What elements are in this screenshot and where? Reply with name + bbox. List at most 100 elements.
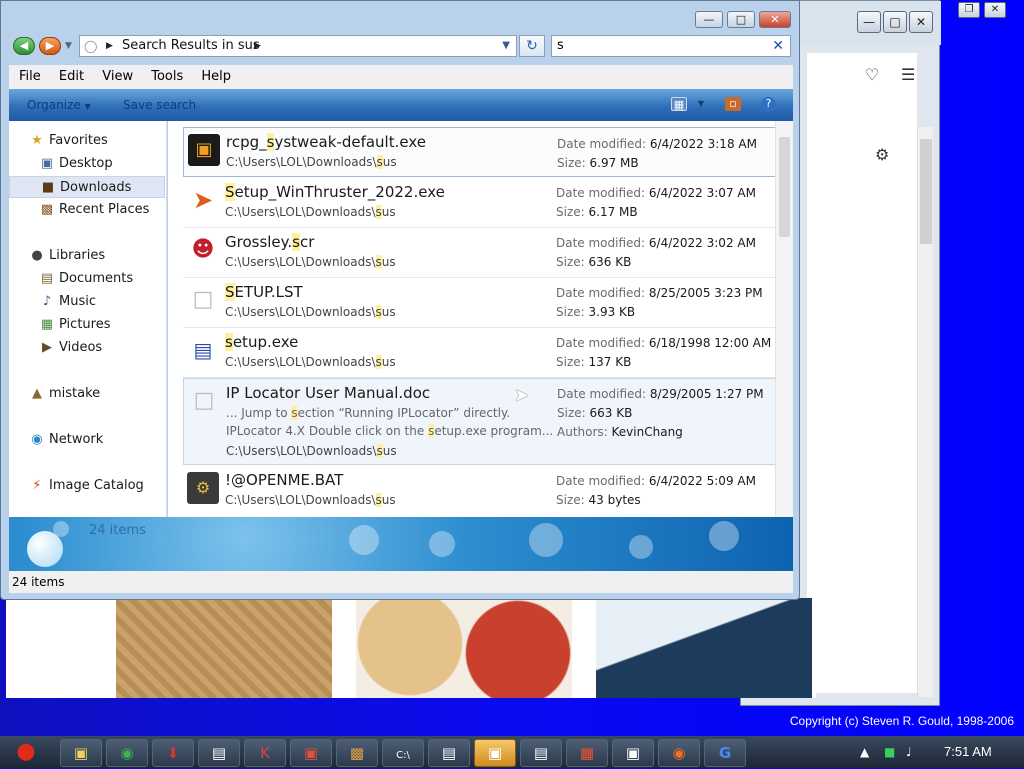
taskbar-firefox[interactable]: ◉ <box>658 739 700 767</box>
menu-view[interactable]: View <box>102 69 133 84</box>
file-date: 6/18/1998 12:00 AM <box>648 336 772 350</box>
nav-recent-places[interactable]: ▩ Recent Places <box>9 199 165 221</box>
far-close-button[interactable]: ✕ <box>984 2 1006 18</box>
nav-desktop[interactable]: ▣ Desktop <box>9 153 165 175</box>
menu-bar: File Edit View Tools Help <box>9 65 793 89</box>
libraries-icon: ● <box>31 248 43 263</box>
address-dropdown-icon[interactable]: ▼ <box>502 36 510 56</box>
file-name: Setup_WinThruster_2022.exe <box>225 183 445 201</box>
batch-file-icon: ⚙ <box>187 472 219 504</box>
taskbar-app-5[interactable]: ▤ <box>428 739 470 767</box>
file-row[interactable]: ➤ Setup_WinThruster_2022.exe C:\Users\LO… <box>183 178 776 228</box>
tray-expand-icon[interactable]: ▲ <box>860 736 869 768</box>
taskbar-google[interactable]: G <box>704 739 746 767</box>
refresh-button[interactable]: ↻ <box>519 35 545 57</box>
close-button[interactable]: ✕ <box>759 11 791 28</box>
menu-tools[interactable]: Tools <box>151 69 183 84</box>
taskbar-chrome[interactable]: ◉ <box>106 739 148 767</box>
winthruster-icon: ➤ <box>192 186 214 214</box>
copyright-text: Copyright (c) Steven R. Gould, 1998-2006 <box>789 714 1014 728</box>
results-scrollbar[interactable] <box>775 121 793 517</box>
background-scrollbar[interactable] <box>917 127 933 697</box>
file-row[interactable]: □ SETUP.LST C:\Users\LOL\Downloads\sus D… <box>183 278 776 328</box>
network-icon: ◉ <box>31 432 43 447</box>
breadcrumb-text[interactable]: Search Results in sus <box>122 36 260 56</box>
bg-close-button[interactable]: ✕ <box>909 11 933 33</box>
taskbar-app-2[interactable]: K <box>244 739 286 767</box>
pocket-icon[interactable]: ♡ <box>865 65 879 84</box>
views-icon[interactable]: ▦ <box>671 97 687 111</box>
back-button[interactable]: ◀ <box>13 37 35 55</box>
file-row[interactable]: ▣ rcpg_systweak-default.exe C:\Users\LOL… <box>183 127 776 177</box>
save-search-button[interactable]: Save search <box>123 89 196 121</box>
nav-libraries[interactable]: ● Libraries <box>9 245 165 267</box>
nav-favorites[interactable]: ★ Favorites <box>9 130 165 152</box>
clear-search-icon[interactable]: ✕ <box>772 36 784 56</box>
nav-videos[interactable]: ▶ Videos <box>9 337 165 359</box>
address-bar[interactable]: ◯ ▶ Search Results in sus ▶ ▼ <box>79 35 517 57</box>
file-date: 6/4/2022 5:09 AM <box>648 474 756 488</box>
forward-button[interactable]: ▶ <box>39 37 61 55</box>
nav-pictures[interactable]: ▦ Pictures <box>9 314 165 336</box>
thumbnail-mountain[interactable] <box>596 598 812 698</box>
breadcrumb-arrow-icon[interactable]: ▶ <box>106 36 113 56</box>
search-folder-icon: ◯ <box>84 39 98 53</box>
taskbar-app-1[interactable]: ▤ <box>198 739 240 767</box>
taskbar-app-6[interactable]: ▤ <box>520 739 562 767</box>
clock[interactable]: 7:51 AM <box>944 736 992 768</box>
help-icon[interactable]: ? <box>761 97 776 112</box>
file-row[interactable]: ▤ setup.exe C:\Users\LOL\Downloads\sus D… <box>183 328 776 378</box>
views-dropdown-icon[interactable]: ▼ <box>693 97 709 111</box>
start-button[interactable]: ● <box>2 736 50 768</box>
menu-help[interactable]: Help <box>201 69 231 84</box>
file-row[interactable]: ☻ Grossley.scr C:\Users\LOL\Downloads\su… <box>183 228 776 278</box>
star-icon: ★ <box>31 133 43 148</box>
pictures-icon: ▦ <box>40 317 54 332</box>
nav-mistake[interactable]: ▲ mistake <box>9 383 165 405</box>
status-bar: 24 items <box>9 571 793 593</box>
network-tray-icon[interactable]: ■ <box>884 736 895 768</box>
history-dropdown-icon[interactable]: ▼ <box>65 41 72 51</box>
search-input[interactable]: s ✕ <box>551 35 791 57</box>
menu-edit[interactable]: Edit <box>59 69 84 84</box>
organize-button[interactable]: Organize ▼ <box>27 89 91 123</box>
volume-icon[interactable]: ♩ <box>906 736 912 768</box>
back-arrow-icon: ◀ <box>19 39 29 52</box>
nav-music[interactable]: ♪ Music <box>9 291 165 313</box>
file-row[interactable]: ⚙ !@OPENME.BAT C:\Users\LOL\Downloads\su… <box>183 466 776 516</box>
bg-minimize-button[interactable]: — <box>857 11 881 33</box>
minimize-button[interactable]: — <box>695 11 723 28</box>
hamburger-menu-icon[interactable]: ☰ <box>901 65 915 84</box>
file-row[interactable]: □ IP Locator User Manual.doc ... Jump to… <box>183 378 776 465</box>
taskbar-app-3[interactable]: ▣ <box>290 739 332 767</box>
taskbar-app-4[interactable]: ▩ <box>336 739 378 767</box>
nav-downloads[interactable]: ■ Downloads <box>9 176 165 198</box>
nav-image-catalog[interactable]: ⚡ Image Catalog <box>9 475 165 497</box>
settings-gear-icon[interactable]: ⚙ <box>875 145 889 164</box>
taskbar-app-7[interactable]: ▦ <box>566 739 608 767</box>
bg-maximize-button[interactable]: □ <box>883 11 907 33</box>
search-folder-taskbar-icon: ▣ <box>487 744 503 762</box>
recent-places-icon: ▩ <box>40 202 54 217</box>
nav-network[interactable]: ◉ Network <box>9 429 165 451</box>
file-name: rcpg_systweak-default.exe <box>226 133 426 151</box>
mistake-folder-icon: ▲ <box>32 386 42 401</box>
file-path: C:\Users\LOL\Downloads\sus <box>226 444 397 458</box>
taskbar: ● ▣ ◉ ⬇ ▤ K ▣ ▩ C:\ ▤ ▣ ▤ ▦ ▣ ◉ G ▲ ■ ♩ … <box>0 736 1024 768</box>
preview-pane-icon[interactable]: ▫ <box>725 97 741 111</box>
far-restore-button[interactable]: ❐ <box>958 2 980 18</box>
nav-documents[interactable]: ▤ Documents <box>9 268 165 290</box>
taskbar-cmd[interactable]: C:\ <box>382 739 424 767</box>
taskbar-app-8[interactable]: ▣ <box>612 739 654 767</box>
systweak-app-icon: ▣ <box>188 134 220 166</box>
maximize-button[interactable]: □ <box>727 11 755 28</box>
thumbnail-food[interactable] <box>356 598 572 698</box>
chrome-icon: ◉ <box>120 744 134 762</box>
thumbnail-texture[interactable] <box>116 598 332 698</box>
menu-file[interactable]: File <box>19 69 41 84</box>
taskbar-download[interactable]: ⬇ <box>152 739 194 767</box>
breadcrumb-next-arrow-icon[interactable]: ▶ <box>254 36 261 56</box>
taskbar-explorer[interactable]: ▣ <box>60 739 102 767</box>
taskbar-search-results[interactable]: ▣ <box>474 739 516 767</box>
file-name: IP Locator User Manual.doc <box>226 384 431 402</box>
